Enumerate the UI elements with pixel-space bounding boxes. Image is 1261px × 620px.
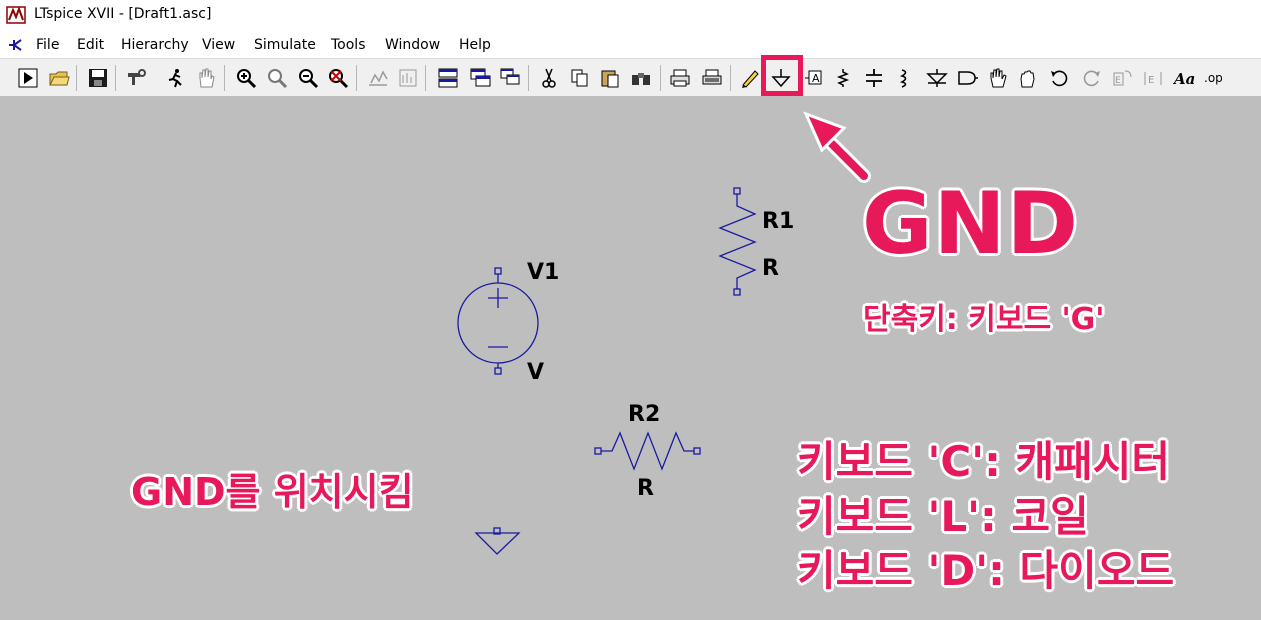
- v1-ref-label: V1: [527, 260, 560, 285]
- key-c-annotation: 키보드 'C': 캐패시터: [797, 437, 1171, 486]
- save-icon[interactable]: [86, 67, 110, 89]
- print-icon[interactable]: [668, 67, 692, 89]
- menu-tools[interactable]: Tools: [331, 37, 366, 53]
- window-title: LTspice XVII - [Draft1.asc]: [34, 6, 212, 22]
- redo-icon[interactable]: [1079, 67, 1103, 89]
- draw-wire-icon[interactable]: [738, 67, 762, 89]
- r1-ref-label: R1: [762, 209, 795, 234]
- paste-icon[interactable]: [598, 67, 622, 89]
- copy-icon[interactable]: [568, 67, 592, 89]
- tile-vertical-icon[interactable]: [468, 67, 492, 89]
- drag-icon[interactable]: [1016, 67, 1040, 89]
- resistor-r2: [594, 431, 701, 471]
- zoom-in-icon[interactable]: [234, 67, 258, 89]
- autorange-icon[interactable]: [366, 67, 390, 89]
- ground-symbol: [474, 527, 521, 555]
- title-bar: LTspice XVII - [Draft1.asc]: [0, 0, 1261, 32]
- menu-help[interactable]: Help: [459, 37, 491, 53]
- print-preview-icon[interactable]: [700, 67, 724, 89]
- menu-file[interactable]: File: [36, 37, 59, 53]
- diode-icon[interactable]: [925, 67, 949, 89]
- move-icon[interactable]: [986, 67, 1010, 89]
- view-measure-icon[interactable]: [396, 67, 420, 89]
- mirror-icon[interactable]: E: [1141, 67, 1165, 89]
- ground-button-highlight: [761, 55, 803, 96]
- zoom-area-icon[interactable]: [265, 67, 289, 89]
- system-menu-icon[interactable]: [6, 36, 24, 54]
- label-net-icon[interactable]: A: [802, 67, 826, 89]
- svg-text:E: E: [1148, 75, 1154, 86]
- svg-text:Aa: Aa: [1173, 70, 1195, 88]
- gnd-title-annotation: GND: [862, 174, 1079, 274]
- svg-text:A: A: [812, 72, 820, 85]
- tile-horizontal-icon[interactable]: [436, 67, 460, 89]
- inductor-icon[interactable]: [892, 67, 916, 89]
- menu-edit[interactable]: Edit: [77, 37, 104, 53]
- v1-value-label: V: [527, 360, 545, 385]
- spice-directive-icon[interactable]: .op: [1202, 67, 1226, 89]
- cut-icon[interactable]: [537, 67, 561, 89]
- r2-ref-label: R2: [628, 402, 661, 427]
- ltspice-logo-icon: [6, 6, 26, 24]
- rotate-icon[interactable]: E: [1110, 67, 1134, 89]
- schematic-canvas[interactable]: R1 R V1 V R2 R GND 단축키: 키보드 'G' GND를 위치시…: [0, 96, 1261, 620]
- voltage-source-v1: [457, 267, 539, 375]
- text-icon[interactable]: Aa: [1172, 67, 1196, 89]
- capacitor-icon[interactable]: [862, 67, 886, 89]
- halt-icon[interactable]: [163, 67, 187, 89]
- cascade-icon[interactable]: [498, 67, 522, 89]
- find-icon[interactable]: [629, 67, 653, 89]
- gnd-shortcut-annotation: 단축키: 키보드 'G': [863, 302, 1105, 337]
- component-icon[interactable]: [955, 67, 979, 89]
- menu-window[interactable]: Window: [385, 37, 440, 53]
- svg-text:.op: .op: [1204, 71, 1223, 85]
- place-gnd-annotation: GND를 위치시킴: [131, 470, 414, 514]
- toolbar: A E E Aa .op: [0, 58, 1261, 98]
- menu-view[interactable]: View: [202, 37, 235, 53]
- menu-simulate[interactable]: Simulate: [254, 37, 316, 53]
- r2-value-label: R: [637, 476, 654, 501]
- resistor-r1: [718, 187, 757, 296]
- undo-icon[interactable]: [1048, 67, 1072, 89]
- svg-text:E: E: [1115, 76, 1121, 86]
- resistor-icon[interactable]: [831, 67, 855, 89]
- pan-icon[interactable]: [194, 67, 218, 89]
- menu-hierarchy[interactable]: Hierarchy: [121, 37, 189, 53]
- r1-value-label: R: [762, 256, 779, 281]
- key-d-annotation: 키보드 'D': 다이오드: [797, 546, 1175, 595]
- menu-bar: File Edit Hierarchy View Simulate Tools …: [0, 32, 1261, 58]
- run-icon[interactable]: [16, 67, 40, 89]
- key-l-annotation: 키보드 'L': 코일: [797, 492, 1089, 541]
- open-icon[interactable]: [47, 67, 71, 89]
- zoom-out-icon[interactable]: [296, 67, 320, 89]
- control-panel-icon[interactable]: [124, 67, 148, 89]
- zoom-fit-icon[interactable]: [326, 67, 350, 89]
